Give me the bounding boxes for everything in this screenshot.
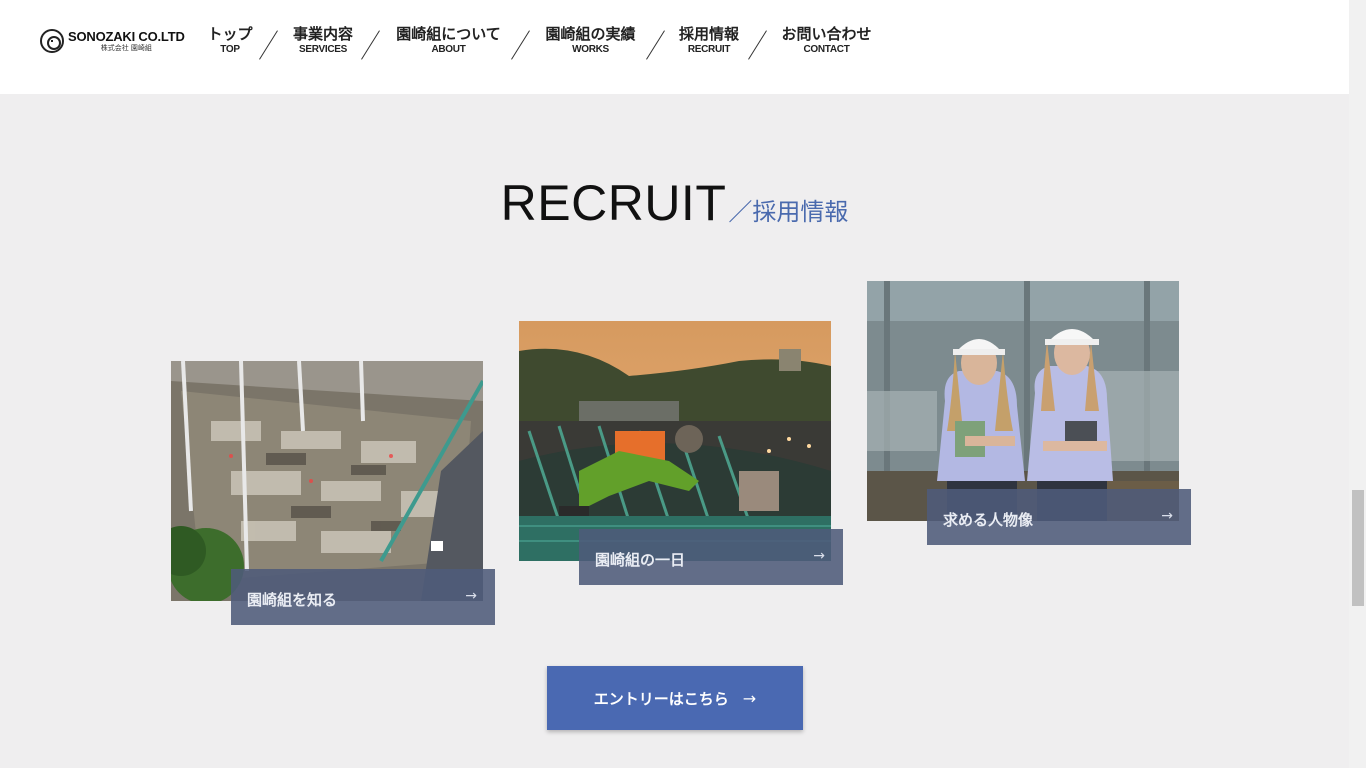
section-title-jp: ／採用情報 <box>728 198 849 226</box>
logo-mark-icon <box>40 29 64 53</box>
recruit-card-ideal-person[interactable]: 求める人物像 → <box>867 281 1191 545</box>
logo-subtitle: 株式会社 園崎組 <box>100 43 152 52</box>
arrow-right-icon: → <box>465 588 477 604</box>
recruit-card-label: 求める人物像 → <box>927 489 1191 545</box>
nav-item-contact[interactable]: お問い合わせ CONTACT <box>778 24 875 56</box>
page-scrollbar[interactable] <box>1349 0 1366 768</box>
nav-item-works[interactable]: 園崎組の実績 WORKS <box>542 24 639 56</box>
construction-site-photo <box>171 361 483 601</box>
nav-divider <box>748 30 767 60</box>
recruit-card-label: 園崎組の一日 → <box>579 529 843 585</box>
nav-divider <box>361 30 380 60</box>
nav-item-recruit[interactable]: 採用情報 RECRUIT <box>676 24 742 56</box>
nav-item-about[interactable]: 園崎組について ABOUT <box>392 24 505 56</box>
recruit-card-label: 園崎組を知る → <box>231 569 495 625</box>
nav-item-top[interactable]: トップ TOP <box>206 24 254 56</box>
nav-divider <box>646 30 665 60</box>
nav-divider <box>511 30 530 60</box>
worker-sunset-photo <box>519 321 831 561</box>
workers-hard-hats-photo <box>867 281 1179 521</box>
arrow-right-icon: → <box>813 548 825 564</box>
section-title-en: RECRUIT <box>500 175 727 231</box>
company-logo[interactable]: SONOZAKI CO.LTD 株式会社 園崎組 <box>40 26 185 56</box>
arrow-right-icon: → <box>1161 508 1173 524</box>
entry-button[interactable]: エントリーはこちら → <box>547 666 803 730</box>
entry-button-label: エントリーはこちら <box>593 689 729 708</box>
section-heading: RECRUIT／採用情報 <box>0 174 1349 232</box>
recruit-card-about[interactable]: 園崎組を知る → <box>171 361 495 625</box>
nav-divider <box>259 30 278 60</box>
nav-item-services[interactable]: 事業内容 SERVICES <box>290 24 356 56</box>
logo-name: SONOZAKI CO.LTD <box>68 28 185 44</box>
recruit-card-day[interactable]: 園崎組の一日 → <box>519 321 843 585</box>
arrow-right-icon: → <box>742 688 757 708</box>
scrollbar-thumb[interactable] <box>1352 490 1364 606</box>
site-header: SONOZAKI CO.LTD 株式会社 園崎組 トップ TOP 事業内容 SE… <box>0 0 1349 94</box>
